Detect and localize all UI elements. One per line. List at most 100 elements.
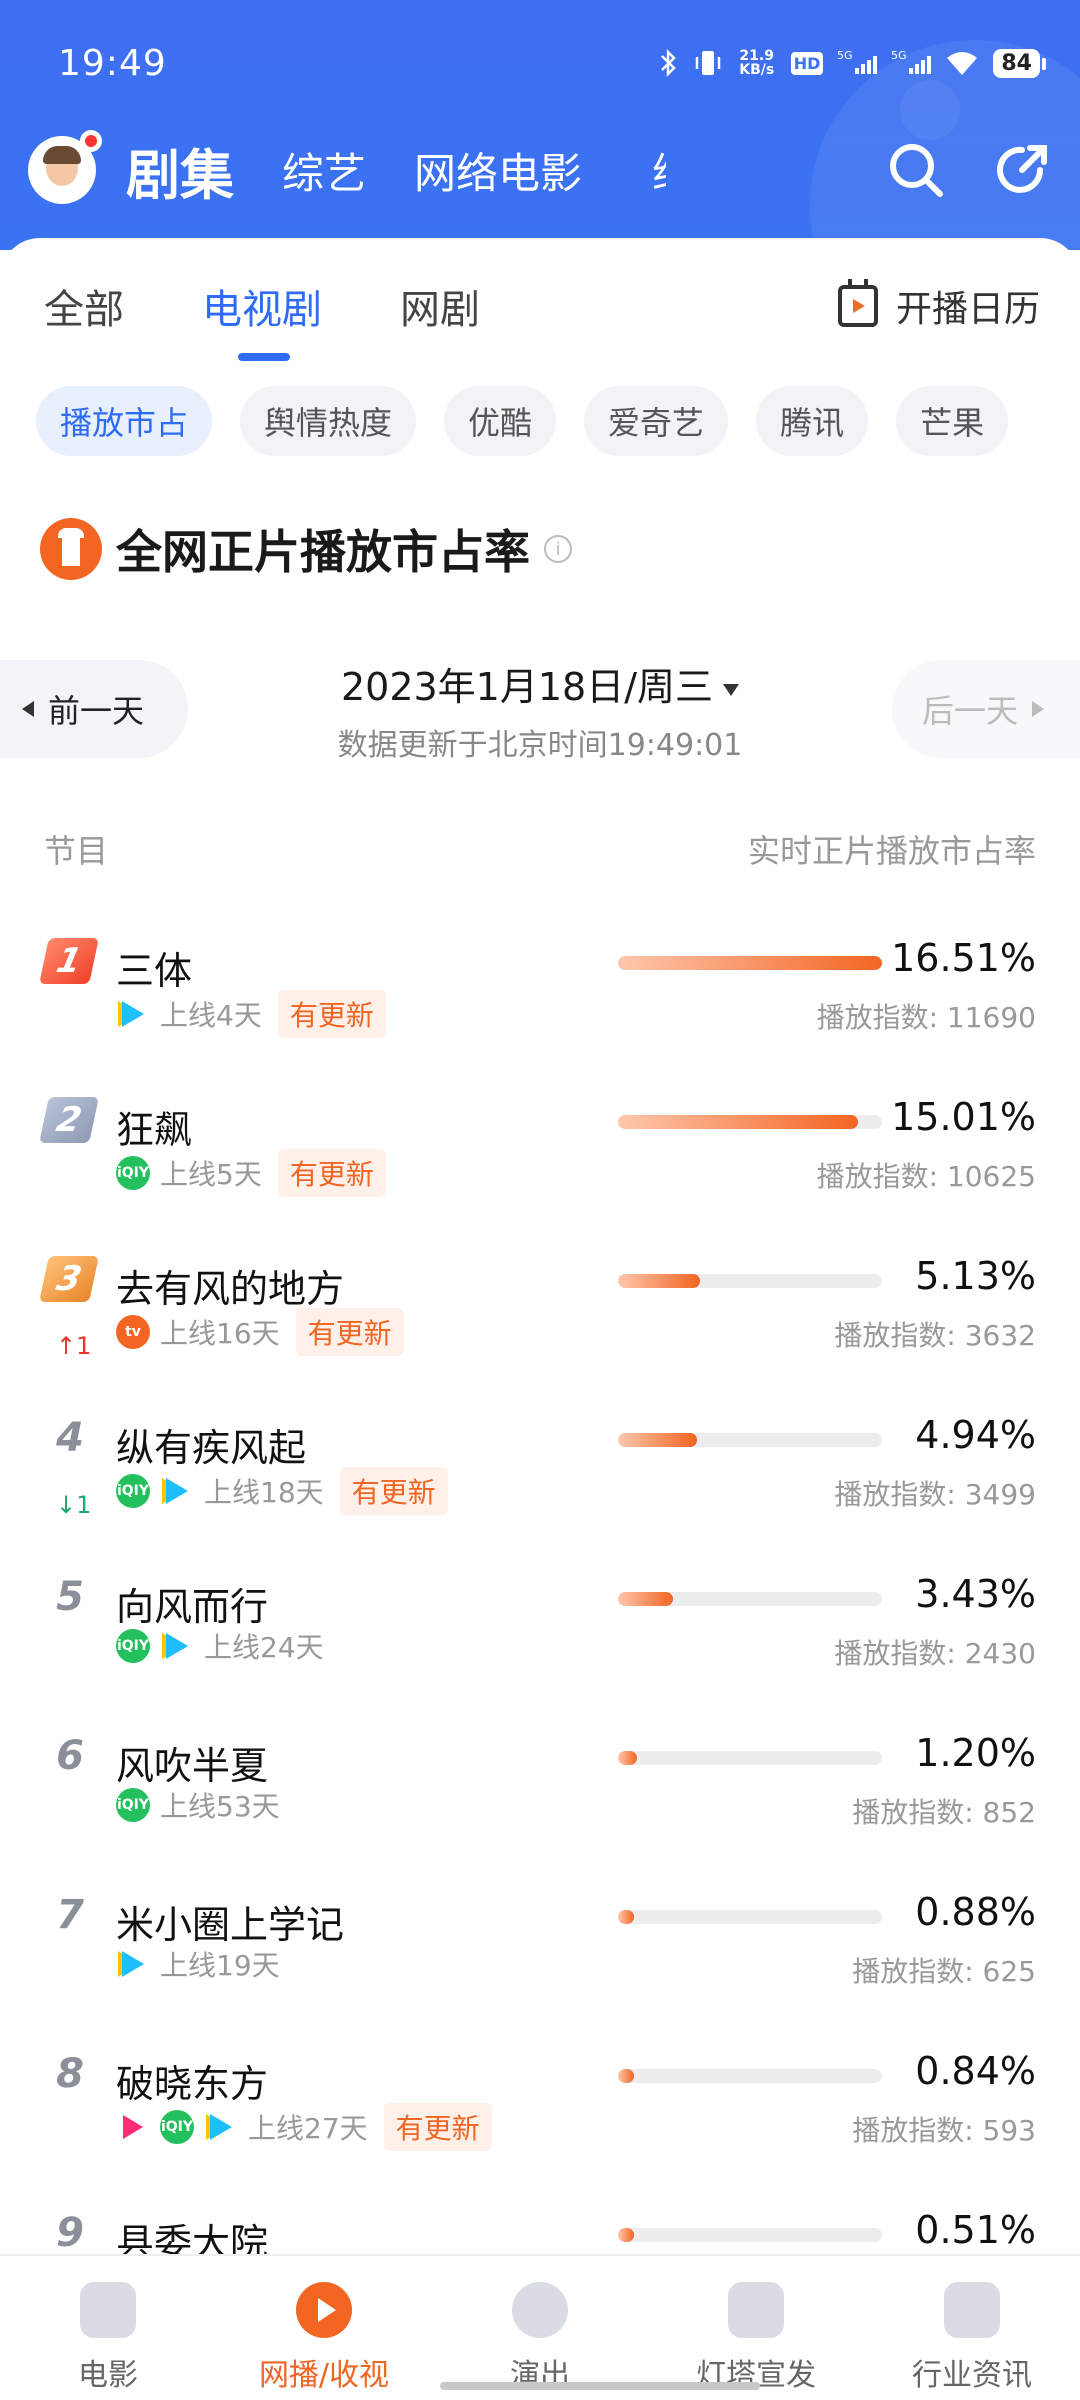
premiere-calendar-button[interactable]: 开播日历 bbox=[837, 279, 1040, 332]
program-title: 破晓东方 bbox=[116, 2062, 269, 2106]
chip-tencent[interactable]: 腾讯 bbox=[756, 386, 869, 456]
program-title: 风吹半夏 bbox=[116, 1744, 269, 1788]
bottom-tab-label: 网播/收视 bbox=[258, 2358, 390, 2393]
rank-down-indicator: ↓1 bbox=[56, 1491, 92, 1519]
share-bar bbox=[618, 2228, 882, 2242]
ranking-row[interactable]: 3 ↑1 去有风的地方 tv 上线16天 有更新 5.13% 播放指数: 3632 bbox=[0, 1228, 1080, 1387]
rank-number: 1 bbox=[39, 938, 99, 984]
nav-tab-web-movie[interactable]: 网络电影 bbox=[414, 140, 582, 201]
ranking-row[interactable]: 6 风吹半夏 iQIY 上线53天 1.20% 播放指数: 852 bbox=[0, 1705, 1080, 1864]
ranking-row[interactable]: 8 破晓东方 iQIY 上线27天 有更新 0.84% 播放指数: 593 bbox=[0, 2023, 1080, 2182]
rank-number: 7 bbox=[56, 1892, 84, 1938]
play-icon bbox=[296, 2282, 352, 2338]
share-bar-fill bbox=[618, 1751, 638, 1765]
share-percent: 4.94% bbox=[915, 1413, 1036, 1457]
lighthouse-nav-icon bbox=[728, 2282, 784, 2338]
share-bar-fill bbox=[618, 2228, 634, 2242]
tencent-video-icon bbox=[204, 2110, 238, 2144]
ranking-row[interactable]: 4 ↓1 纵有疾风起 iQIY 上线18天 有更新 4.94% 播放指数: 3499 bbox=[0, 1387, 1080, 1546]
subtab-web-series[interactable]: 网剧 bbox=[400, 277, 480, 335]
bottom-tab-show[interactable]: 演出 bbox=[432, 2256, 648, 2400]
bottom-tab-label: 电影 bbox=[78, 2358, 138, 2393]
subtab-tv-series[interactable]: 电视剧 bbox=[202, 277, 322, 361]
updated-badge: 有更新 bbox=[383, 2103, 492, 2151]
program-title: 去有风的地方 bbox=[116, 1267, 345, 1311]
app-header: 19:49 21.9 KB/s HD 5G 5G 84 剧集 综艺 网络电影 综 bbox=[0, 0, 1080, 250]
sub-tabs: 全部 电视剧 网剧 开播日历 bbox=[44, 276, 1040, 361]
chip-play-share[interactable]: 播放市占 bbox=[36, 386, 213, 456]
current-date: 2023年1月18日/周三 bbox=[340, 665, 714, 709]
rank-number: 6 bbox=[56, 1733, 84, 1779]
nav-tab-series[interactable]: 剧集 bbox=[126, 131, 234, 210]
rank-number: 3 bbox=[39, 1256, 99, 1302]
next-day-label: 后一天 bbox=[922, 692, 1019, 730]
signal-5g-icon: 5G bbox=[837, 49, 878, 74]
days-online: 上线27天 bbox=[248, 2112, 368, 2145]
calendar-icon bbox=[837, 279, 878, 327]
play-index: 播放指数: 2430 bbox=[834, 1637, 1036, 1670]
notification-dot bbox=[80, 130, 102, 152]
program-title: 向风而行 bbox=[116, 1585, 269, 1629]
ranking-row[interactable]: 2 狂飙 iQIY 上线5天 有更新 15.01% 播放指数: 10625 bbox=[0, 1069, 1080, 1228]
info-icon[interactable]: i bbox=[544, 535, 572, 563]
program-meta: iQIY 上线53天 bbox=[116, 1785, 280, 1825]
status-icons: 21.9 KB/s HD 5G 5G 84 bbox=[659, 48, 1046, 78]
share-bar bbox=[618, 1274, 882, 1288]
bottom-tab-publicity[interactable]: 灯塔宣发 bbox=[648, 2256, 864, 2400]
share-bar-fill bbox=[618, 1115, 858, 1129]
bottom-tab-news[interactable]: 行业资讯 bbox=[864, 2256, 1080, 2400]
updated-badge: 有更新 bbox=[277, 1149, 386, 1197]
play-index: 播放指数: 852 bbox=[852, 1796, 1036, 1829]
status-time: 19:49 bbox=[58, 42, 167, 84]
share-bar bbox=[618, 1115, 882, 1129]
share-bar bbox=[618, 1910, 882, 1924]
nav-icons bbox=[886, 140, 1052, 200]
chip-mango[interactable]: 芒果 bbox=[896, 386, 1009, 456]
signal-5g-icon-2: 5G bbox=[891, 49, 932, 74]
play-index: 播放指数: 625 bbox=[852, 1955, 1036, 1988]
nav-tab-more[interactable]: 综 bbox=[652, 140, 666, 201]
share-bar-fill bbox=[618, 1274, 701, 1288]
share-bar bbox=[618, 1592, 882, 1606]
chip-iqiyi[interactable]: 爱奇艺 bbox=[584, 386, 729, 456]
search-icon[interactable] bbox=[886, 140, 946, 200]
share-bar-fill bbox=[618, 1592, 673, 1606]
rank-number: 8 bbox=[56, 2051, 84, 2097]
ranking-row[interactable]: 5 向风而行 iQIY 上线24天 3.43% 播放指数: 2430 bbox=[0, 1546, 1080, 1705]
user-avatar[interactable] bbox=[28, 130, 102, 204]
tencent-video-icon bbox=[116, 997, 150, 1031]
play-index: 播放指数: 593 bbox=[852, 2114, 1036, 2147]
program-meta: iQIY 上线18天 有更新 bbox=[116, 1467, 448, 1515]
tencent-video-icon bbox=[160, 1474, 194, 1508]
share-bar bbox=[618, 1751, 882, 1765]
column-program: 节目 bbox=[44, 832, 109, 870]
share-bar bbox=[618, 956, 882, 970]
calendar-label: 开播日历 bbox=[895, 289, 1040, 330]
bottom-tab-web-broadcast[interactable]: 网播/收视 bbox=[216, 2256, 432, 2400]
bottom-tab-label: 行业资讯 bbox=[912, 2358, 1032, 2393]
share-percent: 0.51% bbox=[915, 2208, 1036, 2252]
lighthouse-icon bbox=[40, 518, 102, 580]
subtab-all[interactable]: 全部 bbox=[44, 277, 124, 335]
nav-tab-variety[interactable]: 综艺 bbox=[282, 140, 366, 201]
rank-number: 2 bbox=[39, 1097, 99, 1143]
movie-icon bbox=[80, 2282, 136, 2338]
ranking-row[interactable]: 7 米小圈上学记 上线19天 0.88% 播放指数: 625 bbox=[0, 1864, 1080, 2023]
chip-sentiment-heat[interactable]: 舆情热度 bbox=[240, 386, 417, 456]
ranking-row[interactable]: 1 三体 上线4天 有更新 16.51% 播放指数: 11690 bbox=[0, 910, 1080, 1069]
svg-text:5G: 5G bbox=[837, 49, 853, 62]
play-index: 播放指数: 3632 bbox=[834, 1319, 1036, 1352]
share-bar bbox=[618, 2069, 882, 2083]
column-share: 实时正片播放市占率 bbox=[747, 832, 1036, 870]
bottom-tab-movie[interactable]: 电影 bbox=[0, 2256, 216, 2400]
days-online: 上线53天 bbox=[160, 1790, 280, 1823]
rank-up-indicator: ↑1 bbox=[56, 1332, 92, 1360]
play-index: 播放指数: 3499 bbox=[834, 1478, 1036, 1511]
next-day-button[interactable]: 后一天 bbox=[892, 660, 1080, 758]
share-icon[interactable] bbox=[992, 140, 1052, 200]
dropdown-triangle-icon bbox=[723, 683, 740, 696]
chip-youku[interactable]: 优酷 bbox=[444, 386, 557, 456]
tencent-video-icon bbox=[160, 1629, 194, 1663]
program-meta: iQIY 上线5天 有更新 bbox=[116, 1149, 386, 1197]
play-index: 播放指数: 11690 bbox=[816, 1001, 1036, 1034]
